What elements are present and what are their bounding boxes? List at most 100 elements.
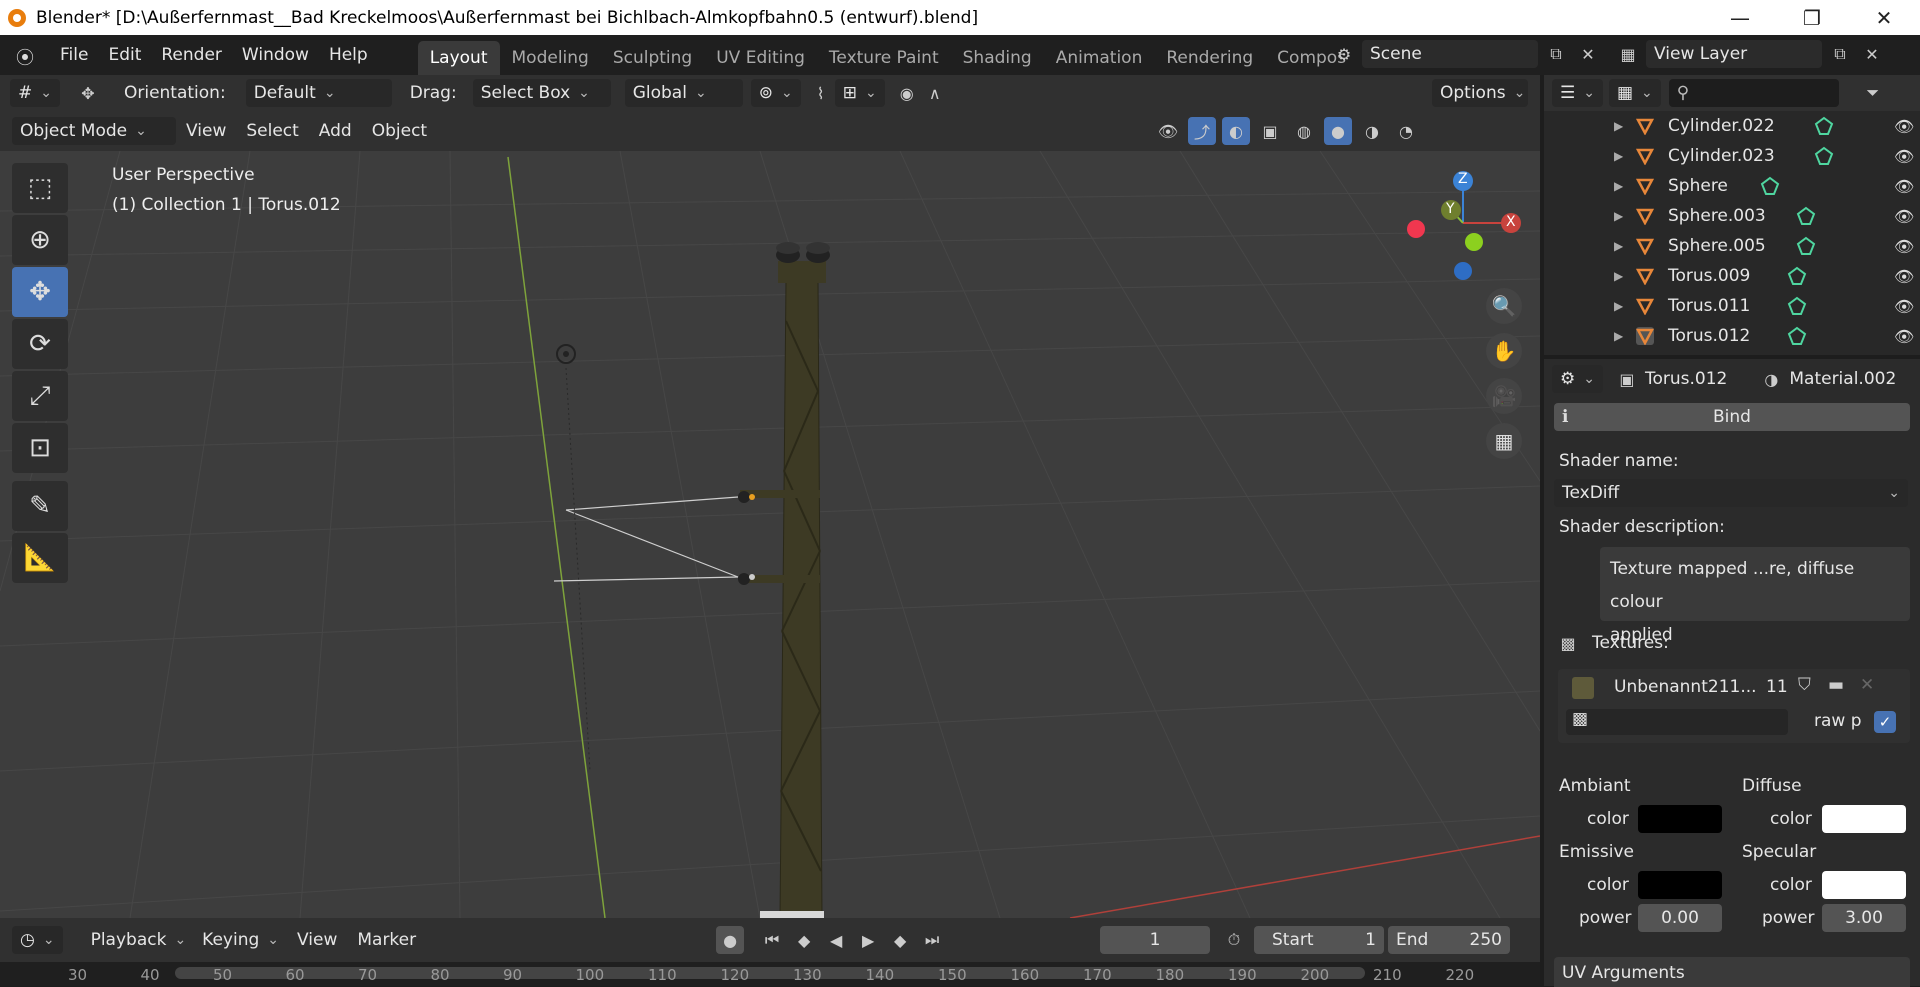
- visibility-eye-icon[interactable]: 👁: [1894, 207, 1914, 226]
- mesh-data-icon[interactable]: [1796, 236, 1816, 256]
- snap-toggle-icon[interactable]: ⌇: [807, 79, 835, 107]
- mesh-data-icon[interactable]: [1796, 206, 1816, 226]
- material-shading-icon[interactable]: ◑: [1358, 117, 1386, 145]
- remove-view-layer-icon[interactable]: ✕: [1858, 40, 1886, 68]
- timeline-scrollbar[interactable]: [175, 967, 1365, 979]
- shader-name-dropdown[interactable]: TexDiff: [1554, 479, 1908, 507]
- keying-menu[interactable]: Keying: [194, 926, 287, 954]
- menu-help[interactable]: Help: [319, 45, 378, 65]
- outliner-item-name[interactable]: Torus.011: [1668, 296, 1750, 316]
- tab-animation[interactable]: Animation: [1044, 41, 1155, 75]
- options-dropdown[interactable]: Options: [1432, 79, 1528, 107]
- mesh-data-icon[interactable]: [1814, 146, 1834, 166]
- wireframe-shading-icon[interactable]: ◍: [1290, 117, 1318, 145]
- scene-name-field[interactable]: Scene: [1362, 40, 1538, 68]
- visibility-icon[interactable]: 👁: [1154, 117, 1182, 145]
- cursor-tool[interactable]: ⊕: [12, 215, 68, 265]
- outliner-editor-type[interactable]: ☰: [1552, 79, 1603, 107]
- gizmo-toggle-icon[interactable]: ⤴: [1188, 117, 1216, 145]
- expand-arrow-icon[interactable]: ▶: [1614, 209, 1623, 223]
- diffuse-color-swatch[interactable]: [1822, 805, 1906, 833]
- blender-menu-icon[interactable]: ⦿: [12, 44, 38, 69]
- outliner-item-name[interactable]: Torus.012: [1668, 326, 1750, 346]
- view-layer-icon[interactable]: ▦: [1614, 40, 1642, 68]
- proportional-edit-icon[interactable]: ◉: [893, 79, 921, 107]
- scene-selector-icon[interactable]: ⚙: [1330, 40, 1358, 68]
- next-keyframe-icon[interactable]: ◆: [886, 926, 914, 954]
- mesh-data-icon[interactable]: [1787, 326, 1807, 346]
- measure-tool[interactable]: 📐: [12, 533, 68, 583]
- zoom-icon[interactable]: 🔍: [1486, 288, 1522, 324]
- uv-arguments-panel[interactable]: UV Arguments: [1554, 957, 1910, 987]
- outliner-item[interactable]: ▶ Torus.011 👁: [1544, 291, 1920, 321]
- menu-select[interactable]: Select: [236, 121, 308, 141]
- close-button[interactable]: ✕: [1848, 0, 1920, 35]
- ambiant-color-swatch[interactable]: [1638, 805, 1722, 833]
- texture-swatch[interactable]: [1572, 677, 1594, 699]
- select-box-tool[interactable]: ⬚: [12, 163, 68, 213]
- outliner-search[interactable]: ⚲: [1668, 79, 1839, 107]
- 3d-viewport[interactable]: Z X Y ⬚ ⊕ ✥ ⟳ ⤢ ⊡ ✎ 📐 User Perspective (…: [0, 151, 1540, 918]
- tab-uv-editing[interactable]: UV Editing: [704, 41, 817, 75]
- pan-hand-icon[interactable]: ✋: [1486, 333, 1522, 369]
- menu-view[interactable]: View: [176, 121, 236, 141]
- outliner-item[interactable]: ▶ Sphere.005 👁: [1544, 231, 1920, 261]
- visibility-eye-icon[interactable]: 👁: [1894, 117, 1914, 136]
- remove-scene-icon[interactable]: ✕: [1574, 40, 1602, 68]
- specular-power-field[interactable]: 3.00: [1822, 904, 1906, 932]
- stopwatch-icon[interactable]: ⏱: [1220, 926, 1248, 954]
- transform-orientation-dropdown[interactable]: Global: [624, 79, 743, 107]
- perspective-toggle-icon[interactable]: ▦: [1486, 423, 1522, 459]
- timeline-marker-menu[interactable]: Marker: [347, 930, 426, 950]
- mesh-data-icon[interactable]: [1814, 116, 1834, 136]
- view-layer-field[interactable]: View Layer: [1646, 40, 1822, 68]
- menu-render[interactable]: Render: [151, 45, 232, 65]
- outliner-item[interactable]: ▶ Sphere 👁: [1544, 171, 1920, 201]
- mesh-data-icon[interactable]: [1787, 266, 1807, 286]
- outliner-item[interactable]: ▶ Torus.009 👁: [1544, 261, 1920, 291]
- expand-arrow-icon[interactable]: ▶: [1614, 329, 1623, 343]
- new-view-layer-icon[interactable]: ⧉: [1826, 40, 1854, 68]
- tab-layout[interactable]: Layout: [417, 41, 500, 75]
- rotate-tool[interactable]: ⟳: [12, 319, 68, 369]
- annotate-tool[interactable]: ✎: [12, 481, 68, 531]
- play-reverse-icon[interactable]: ◀: [822, 926, 850, 954]
- outliner-item[interactable]: ▶ Cylinder.023 👁: [1544, 141, 1920, 171]
- visibility-eye-icon[interactable]: 👁: [1894, 237, 1914, 256]
- fake-user-shield-icon[interactable]: ⛉: [1798, 675, 1811, 695]
- outliner-item-name[interactable]: Torus.009: [1668, 266, 1750, 286]
- mode-dropdown[interactable]: Object Mode: [12, 117, 176, 145]
- outliner-item-name[interactable]: Sphere.003: [1668, 206, 1766, 226]
- scale-tool[interactable]: ⤢: [12, 371, 68, 421]
- texture-name[interactable]: Unbenannt211...: [1614, 677, 1757, 697]
- visibility-eye-icon[interactable]: 👁: [1894, 267, 1914, 286]
- prev-keyframe-icon[interactable]: ◆: [790, 926, 818, 954]
- specular-color-swatch[interactable]: [1822, 871, 1906, 899]
- minimize-button[interactable]: —: [1704, 0, 1776, 35]
- menu-file[interactable]: File: [50, 45, 98, 65]
- filter-icon[interactable]: ⏷: [1859, 79, 1887, 107]
- menu-edit[interactable]: Edit: [98, 45, 151, 65]
- menu-window[interactable]: Window: [232, 45, 319, 65]
- properties-editor-type[interactable]: ⚙: [1552, 365, 1603, 393]
- expand-arrow-icon[interactable]: ▶: [1614, 119, 1623, 133]
- transform-tool[interactable]: ⊡: [12, 423, 68, 473]
- timeline-view-menu[interactable]: View: [287, 930, 347, 950]
- camera-view-icon[interactable]: 🎥: [1486, 378, 1522, 414]
- record-icon[interactable]: ●: [716, 926, 745, 954]
- orientation-dropdown[interactable]: Default: [245, 79, 392, 107]
- solid-shading-icon[interactable]: ●: [1324, 117, 1352, 145]
- expand-arrow-icon[interactable]: ▶: [1614, 299, 1623, 313]
- visibility-eye-icon[interactable]: 👁: [1894, 297, 1914, 316]
- outliner-item[interactable]: ▶ Torus.012 👁: [1544, 321, 1920, 351]
- playback-menu[interactable]: Playback: [83, 926, 195, 954]
- browse-folder-icon[interactable]: ▬: [1828, 675, 1844, 695]
- jump-start-icon[interactable]: ⏮: [758, 926, 786, 954]
- overlay-toggle-icon[interactable]: ◐: [1222, 117, 1250, 145]
- menu-object[interactable]: Object: [362, 121, 437, 141]
- restore-button[interactable]: ❐: [1776, 0, 1848, 35]
- visibility-eye-icon[interactable]: 👁: [1894, 147, 1914, 166]
- proportional-falloff-icon[interactable]: ∧: [921, 79, 949, 107]
- texture-image-field[interactable]: ▩: [1566, 709, 1788, 735]
- raw-checkbox[interactable]: ✓: [1874, 711, 1896, 733]
